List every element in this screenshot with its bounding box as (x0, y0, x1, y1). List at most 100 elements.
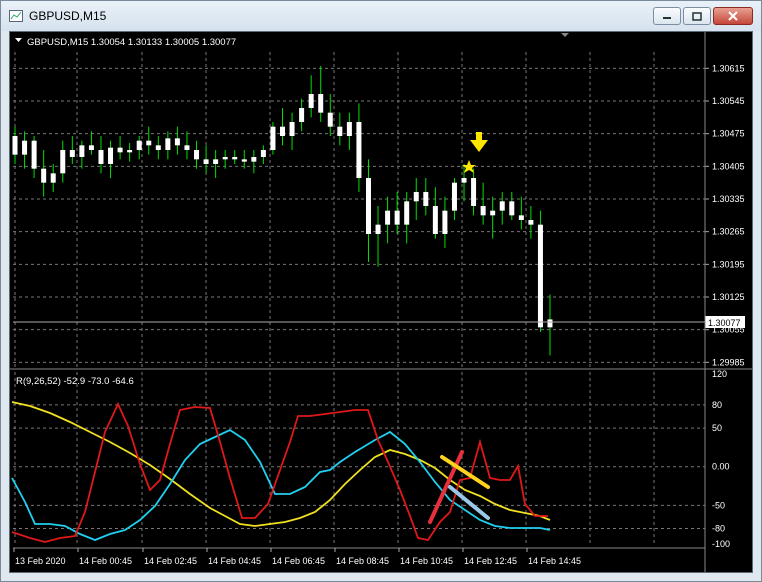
maximize-icon (692, 11, 702, 21)
candle-body (79, 145, 85, 157)
time-label: 14 Feb 10:45 (400, 556, 453, 566)
candle-body (69, 150, 75, 157)
close-button[interactable] (713, 7, 753, 25)
chart-canvas[interactable]: 1.30615 1.30545 1.30475 1.30405 1.30335 1.302… (10, 32, 752, 572)
price-label: 1.30335 (712, 194, 745, 204)
time-label: 14 Feb 04:45 (208, 556, 261, 566)
candle-body (50, 173, 56, 183)
chart-window-icon (9, 10, 23, 22)
candle-body (98, 150, 104, 164)
candle-body (471, 178, 477, 206)
time-label: 14 Feb 06:45 (272, 556, 325, 566)
candle-body (518, 215, 524, 220)
indicator-mid-line (11, 428, 551, 541)
time-label: 14 Feb 02:45 (144, 556, 197, 566)
chart-window: GBPUSD,M15 1.30615 1.30545 1.30475 1.30405 1… (0, 0, 762, 582)
candle-body (413, 192, 419, 202)
candle-body (41, 168, 47, 183)
chart-shift-marker-icon[interactable] (561, 33, 569, 37)
candle-body (222, 157, 228, 160)
candle-body (289, 122, 295, 136)
candle-body (117, 147, 123, 153)
candle-body (528, 220, 534, 225)
candle-body (174, 138, 180, 146)
price-label: 1.30125 (712, 292, 745, 302)
candle-body (327, 112, 333, 127)
indicator-grid (13, 372, 705, 546)
candle-body (490, 210, 496, 216)
time-label: 14 Feb 12:45 (464, 556, 517, 566)
candle-body (509, 201, 515, 216)
time-axis: 13 Feb 2020 14 Feb 00:45 14 Feb 02:45 14 Fe… (13, 548, 581, 566)
candle-body (404, 201, 410, 225)
price-label: 1.30195 (712, 259, 745, 269)
price-label: 1.30265 (712, 227, 745, 237)
candle-body (365, 178, 371, 234)
candle-body (394, 210, 400, 225)
candle-body (88, 145, 94, 150)
candle-body (184, 145, 190, 150)
indicator-level-label: 50 (712, 423, 722, 433)
candle-body (442, 210, 448, 234)
indicator-header: R(9,26,52) -52.9 -73.0 -64.6 (16, 376, 134, 387)
candle-body (537, 224, 543, 328)
candle-body (155, 145, 161, 150)
maximize-button[interactable] (683, 7, 711, 25)
candle-body (385, 210, 391, 225)
candle-body (299, 108, 305, 122)
indicator-axis: 120 80 50 0.00 -50 -80 -100 (712, 369, 730, 549)
time-label: 13 Feb 2020 (15, 556, 66, 566)
candle-body (232, 157, 238, 160)
candle-body (136, 140, 142, 150)
candle-body (432, 206, 438, 234)
time-label: 14 Feb 00:45 (79, 556, 132, 566)
candle-body (547, 319, 553, 328)
candle-body (260, 150, 266, 157)
candle-body (251, 157, 257, 162)
price-label: 1.30615 (712, 63, 745, 73)
candle-body (213, 159, 219, 164)
candle-body (356, 122, 362, 178)
current-price-label: 1.30077 (708, 318, 741, 328)
minimize-icon (663, 17, 671, 19)
candle-body (280, 126, 285, 136)
candle-body (60, 150, 66, 174)
indicator-level-label: -100 (712, 539, 730, 549)
price-candles (12, 66, 553, 356)
candle-body (31, 140, 37, 169)
candle-body (241, 159, 247, 162)
indicator-level-label: -50 (712, 500, 725, 510)
candle-body (22, 140, 28, 155)
minimize-button[interactable] (653, 7, 681, 25)
down-arrow-icon (470, 132, 488, 152)
candle-body (194, 150, 200, 160)
candle-body (308, 94, 314, 108)
window-title: GBPUSD,M15 (29, 9, 107, 23)
indicator-level-label: 0.00 (712, 462, 730, 472)
chart-area[interactable]: 1.30615 1.30545 1.30475 1.30405 1.30335 1.302… (9, 31, 753, 573)
chart-header: GBPUSD,M15 1.30054 1.30133 1.30005 1.300… (27, 37, 236, 48)
candle-body (337, 126, 343, 136)
candle-body (318, 94, 324, 113)
price-label: 1.29985 (712, 357, 745, 367)
candle-body (12, 136, 18, 155)
indicator-level-label: 120 (712, 369, 727, 379)
price-label: 1.30405 (712, 161, 745, 171)
close-icon (728, 11, 738, 21)
candle-body (461, 178, 467, 183)
candle-body (480, 206, 486, 216)
chart-menu-triangle-icon[interactable] (15, 38, 22, 42)
title-bar[interactable]: GBPUSD,M15 (1, 1, 761, 31)
price-grid (13, 52, 705, 367)
candle-body (423, 192, 429, 206)
candle-body (270, 126, 276, 150)
candle-body (165, 138, 171, 150)
indicator-slow-line (11, 401, 551, 527)
time-label: 14 Feb 08:45 (336, 556, 389, 566)
candle-body (146, 140, 152, 146)
indicator-level-label: 80 (712, 400, 722, 410)
indicator-level-label: -80 (712, 524, 725, 534)
candle-body (203, 159, 209, 164)
price-label: 1.30545 (712, 96, 745, 106)
candle-body (451, 182, 457, 211)
